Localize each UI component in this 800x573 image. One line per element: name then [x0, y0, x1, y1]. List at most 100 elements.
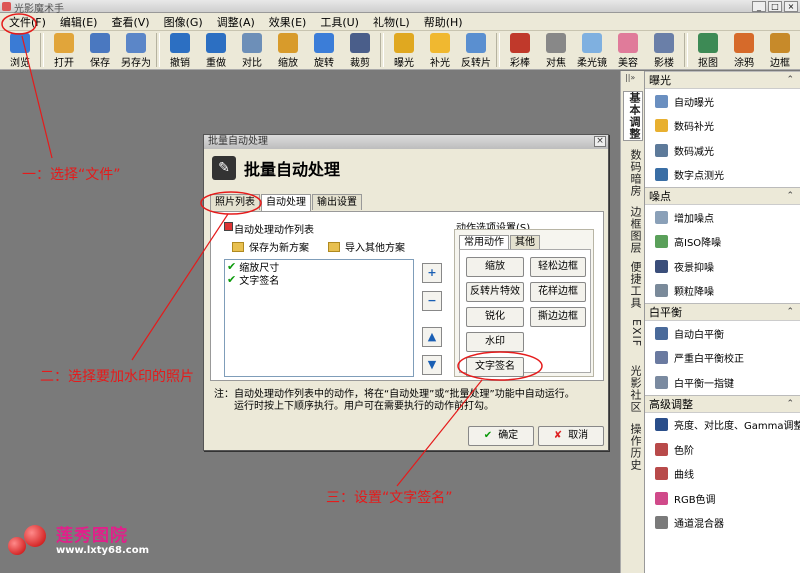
vertical-tab[interactable]: 基本调整 [623, 91, 643, 141]
sharpen-button[interactable]: 锐化 [466, 307, 524, 327]
minimize-button[interactable]: _ [752, 1, 766, 12]
menu-item[interactable]: 编辑(E) [53, 14, 105, 30]
toolbar-button[interactable]: 裁剪 [342, 31, 378, 69]
checkmark-icon[interactable]: ✔ [227, 273, 236, 286]
toolbar-button[interactable]: 抠图 [690, 31, 726, 69]
menu-item[interactable]: 效果(E) [262, 14, 314, 30]
panel-item[interactable]: 亮度、对比度、Gamma调整 [645, 413, 800, 438]
close-icon: ✘ [553, 430, 563, 441]
move-up-button[interactable]: ▲ [422, 327, 442, 347]
collapse-icon[interactable]: ⌃ [786, 304, 794, 321]
vertical-tab[interactable]: EXIF [623, 319, 643, 347]
add-action-button[interactable]: + [422, 263, 442, 283]
tab-auto-process[interactable]: 自动处理 [261, 194, 311, 211]
panel-item[interactable]: 白平衡一指键 [645, 370, 800, 395]
maximize-button[interactable]: □ [768, 1, 782, 12]
resize-button[interactable]: 缩放 [466, 257, 524, 277]
section-header[interactable]: 高级调整 ⌃ [645, 394, 800, 413]
toolbar-separator [380, 33, 384, 67]
toolbar-button[interactable]: 重做 [198, 31, 234, 69]
toolbar-button[interactable]: 美容 [610, 31, 646, 69]
toolbar-button[interactable]: 对焦 [538, 31, 574, 69]
menu-item[interactable]: 工具(U) [313, 14, 366, 30]
checkmark-icon[interactable]: ✔ [227, 260, 236, 273]
action-list-checkbox[interactable] [224, 222, 233, 231]
panel-item[interactable]: 数码补光 [645, 114, 800, 139]
menu-item[interactable]: 文件(F) [2, 14, 53, 30]
panel-item[interactable]: 色阶 [645, 437, 800, 462]
panel-item[interactable]: 自动白平衡 [645, 321, 800, 346]
vertical-tab[interactable]: 边框图层 [623, 206, 643, 254]
panel-item[interactable]: 数字点测光 [645, 163, 800, 188]
section-header[interactable]: 噪点 ⌃ [645, 187, 800, 205]
vertical-tab[interactable]: 便捷工具 [623, 261, 643, 309]
save-scheme-button[interactable]: 保存为新方案 [232, 239, 309, 254]
tab-output-settings[interactable]: 输出设置 [312, 194, 362, 210]
tab-common-actions[interactable]: 常用动作 [459, 235, 509, 250]
collapse-icon[interactable]: ⌃ [786, 188, 794, 205]
move-down-button[interactable]: ▼ [422, 355, 442, 375]
toolbar-button[interactable]: 影楼 [646, 31, 682, 69]
toolbar-button[interactable]: 浏览 [2, 31, 38, 69]
menu-item[interactable]: 礼物(L) [366, 14, 417, 30]
watermark-button[interactable]: 水印 [466, 332, 524, 352]
auto-white-balance-icon [655, 326, 668, 340]
menu-item[interactable]: 帮助(H) [417, 14, 470, 30]
panel-item[interactable]: 曲线 [645, 462, 800, 487]
levels-icon [655, 442, 668, 456]
panel-item[interactable]: 数码减光 [645, 138, 800, 163]
collapse-icon[interactable]: ⌃ [786, 72, 794, 89]
panel-item[interactable]: 严重白平衡校正 [645, 346, 800, 371]
toolbar-button[interactable]: 保存 [82, 31, 118, 69]
remove-action-button[interactable]: − [422, 291, 442, 311]
toolbar-label: 浏览 [10, 58, 30, 69]
action-listbox[interactable]: ✔ 缩放尺寸 ✔ 文字签名 [224, 259, 414, 377]
reversal-film-button[interactable]: 反转片特效 [466, 282, 524, 302]
panel-item[interactable]: 夜景抑噪 [645, 254, 800, 279]
vertical-tab[interactable]: 数码暗房 [623, 149, 643, 197]
collapse-icon[interactable]: ⌃ [786, 396, 794, 413]
toolbar-button[interactable]: 柔光镜 [574, 31, 610, 69]
vertical-tab[interactable]: 操作历史 [623, 423, 643, 471]
section-header[interactable]: 曝光 ⌃ [645, 71, 800, 89]
toolbar-button[interactable]: 曝光 [386, 31, 422, 69]
easy-frame-button[interactable]: 轻松边框 [530, 257, 586, 277]
tab-other[interactable]: 其他 [510, 235, 540, 249]
panel-item[interactable]: RGB色调 [645, 486, 800, 511]
tab-photo-list[interactable]: 照片列表 [210, 194, 260, 210]
toolbar-button[interactable]: 旋转 [306, 31, 342, 69]
menu-item[interactable]: 调整(A) [210, 14, 262, 30]
menu-item[interactable]: 查看(V) [104, 14, 156, 30]
ok-button[interactable]: ✔ 确定 [468, 426, 534, 446]
list-item[interactable]: ✔ 文字签名 [225, 273, 413, 287]
toolbar-button[interactable]: 另存为 [118, 31, 154, 69]
cancel-button[interactable]: ✘ 取消 [538, 426, 604, 446]
toolbar-button[interactable]: 打开 [46, 31, 82, 69]
dialog-close-icon[interactable]: × [594, 136, 606, 147]
panel-item[interactable]: 高ISO降噪 [645, 230, 800, 255]
torn-edge-button[interactable]: 撕边边框 [530, 307, 586, 327]
toolbar-button[interactable]: 边框 [762, 31, 798, 69]
panel-item[interactable]: 增加噪点 [645, 205, 800, 230]
zoom-icon [278, 33, 298, 53]
adjust-panel: 曝光 ⌃ 自动曝光 数码补光 数码减光 数字点测光 噪点 ⌃ 增加噪点 高ISO降噪 夜景抑噪 颗粒降… [644, 71, 800, 573]
panel-item[interactable]: 颗粒降噪 [645, 279, 800, 304]
toolbar-button[interactable]: 对比 [234, 31, 270, 69]
panel-toggle-icon[interactable]: ||» [625, 73, 635, 82]
menu-item[interactable]: 图像(G) [157, 14, 210, 30]
section-header[interactable]: 白平衡 ⌃ [645, 303, 800, 321]
vertical-tab[interactable]: 光影社区 [623, 365, 643, 413]
toolbar-button[interactable]: 撤销 [162, 31, 198, 69]
panel-item[interactable]: 自动曝光 [645, 89, 800, 114]
toolbar-button[interactable]: 补光 [422, 31, 458, 69]
text-signature-button[interactable]: 文字签名 [466, 357, 524, 377]
import-scheme-button[interactable]: 导入其他方案 [328, 239, 405, 254]
fancy-frame-button[interactable]: 花样边框 [530, 282, 586, 302]
toolbar-button[interactable]: 涂鸦 [726, 31, 762, 69]
close-button[interactable]: × [784, 1, 798, 12]
toolbar-button[interactable]: 反转片 [458, 31, 494, 69]
panel-item[interactable]: 通道混合器 [645, 511, 800, 536]
toolbar-button[interactable]: 缩放 [270, 31, 306, 69]
frame-icon [770, 33, 790, 53]
toolbar-button[interactable]: 彩棒 [502, 31, 538, 69]
